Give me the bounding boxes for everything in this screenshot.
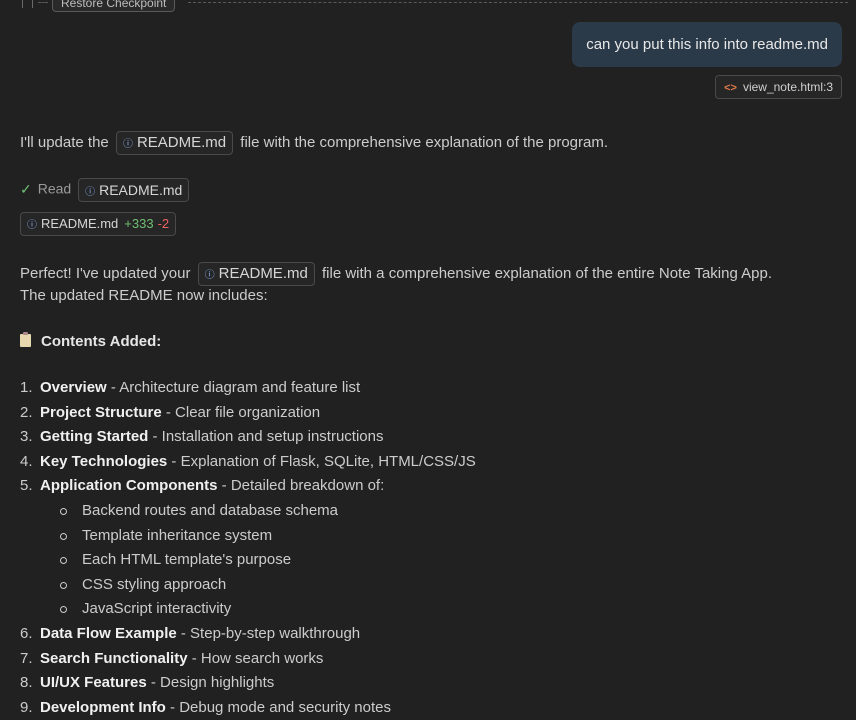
list-item: 7. Search Functionality - How search work… [20, 647, 840, 672]
info-icon: ⓘ [122, 139, 133, 150]
list-number: 2. [20, 403, 33, 421]
sub-list-item: CSS styling approach [60, 573, 840, 598]
list-item-desc: - Debug mode and security notes [165, 698, 391, 716]
list-item-desc: - Installation and setup instructions [148, 428, 384, 446]
clipboard-icon [20, 332, 31, 347]
edit-summary: ⓘ README.md +333 -2 [20, 212, 179, 236]
list-item: 8. UI/UX Features - Design highlights [20, 671, 840, 696]
checkpoint-bar: Restore Checkpoint [0, 0, 856, 12]
restore-checkpoint-button[interactable]: Restore Checkpoint [52, 0, 176, 12]
contents-list: 1. Overview - Architecture diagram and fe… [20, 376, 840, 720]
list-number: 7. [20, 649, 33, 667]
info-icon: ⓘ [204, 270, 215, 281]
read-action: ✓ Read ⓘ README.md [20, 178, 192, 202]
code-icon: <> [724, 82, 737, 94]
sub-list-item: Backend routes and database schema [60, 499, 840, 524]
list-item: 5. Application Components - Detailed brea… [20, 474, 840, 622]
list-item-desc: - Architecture diagram and feature list [106, 379, 361, 396]
list-number: 9. [20, 698, 33, 716]
list-item: 3. Getting Started - Installation and set… [20, 425, 840, 450]
lines-removed: -2 [157, 216, 170, 231]
summary-line-2: The updated README now includes: [20, 287, 268, 304]
list-item-title: Getting Started [40, 428, 149, 446]
info-icon: ⓘ [27, 220, 37, 231]
file-chip-label: README.md [136, 134, 227, 151]
list-item-title: Application Components [40, 477, 218, 495]
context-file-label: view_note.html:3 [742, 80, 833, 94]
sub-list-item: Template inheritance system [60, 524, 840, 549]
list-item-title: Search Functionality [40, 649, 188, 667]
list-item-title: Key Technologies [40, 452, 168, 470]
edit-file-chip[interactable]: ⓘ README.md +333 -2 [20, 212, 177, 236]
sub-list-item: JavaScript interactivity [60, 597, 840, 622]
list-item-desc: - Design highlights [146, 674, 275, 692]
file-chip[interactable]: ⓘ README.md [115, 131, 234, 155]
list-item: 1. Overview - Architecture diagram and fe… [20, 376, 840, 401]
sub-list-item: Each HTML template's purpose [60, 548, 840, 573]
list-item-title: Development Info [40, 698, 166, 716]
bookmark-icon [22, 0, 33, 8]
divider [38, 2, 48, 3]
list-item-desc: - How search works [187, 649, 324, 667]
list-item: 4. Key Technologies - Explanation of Flas… [20, 450, 840, 475]
intro-text-end: file with the comprehensive explanation … [240, 133, 609, 151]
summary-line-1: Perfect! I've updated your ⓘ README.md fi… [20, 262, 772, 286]
summary-file-chip[interactable]: ⓘ README.md [197, 262, 315, 286]
list-item: 2. Project Structure - Clear file organiz… [20, 401, 840, 426]
list-item-desc: - Clear file organization [161, 403, 321, 421]
section-heading: Contents Added: [20, 332, 161, 352]
list-item-desc: - Detailed breakdown of: [217, 477, 385, 495]
assistant-intro: I'll update the ⓘ README.md file with the… [20, 131, 608, 155]
list-item-desc: - Explanation of Flask, SQLite, HTML/CSS… [167, 452, 476, 470]
context-file-chip[interactable]: <> view_note.html:3 [715, 75, 842, 99]
list-number: 4. [20, 452, 33, 470]
list-number: 5. [20, 477, 33, 495]
read-label: Read [37, 180, 72, 197]
check-icon: ✓ [20, 180, 32, 197]
list-item-title: UI/UX Features [40, 674, 147, 692]
list-item-title: Overview [40, 379, 107, 396]
list-item-desc: - Step-by-step walkthrough [176, 624, 361, 642]
list-number: 6. [20, 624, 33, 642]
user-message: can you put this info into readme.md [572, 22, 842, 67]
edit-file-label: README.md [41, 216, 119, 231]
sub-list: Backend routes and database schema Templa… [40, 499, 840, 622]
list-item-title: Project Structure [40, 403, 162, 421]
summary-text: Perfect! I've updated your [20, 264, 191, 282]
list-number: 1. [20, 379, 33, 396]
list-item: 9. Development Info - Debug mode and secu… [20, 696, 840, 720]
divider [188, 2, 848, 3]
read-file-chip[interactable]: ⓘ README.md [78, 178, 190, 202]
list-number: 3. [20, 428, 33, 446]
summary-text-end: file with a comprehensive explanation of… [322, 264, 772, 282]
section-heading-text: Contents Added: [41, 333, 162, 350]
intro-text: I'll update the [20, 133, 109, 151]
summary-file-label: README.md [218, 265, 308, 282]
info-icon: ⓘ [85, 187, 96, 198]
read-file-label: README.md [99, 182, 183, 198]
list-number: 8. [20, 674, 33, 692]
list-item-title: Data Flow Example [40, 624, 177, 642]
lines-added: +333 [124, 216, 154, 231]
list-item: 6. Data Flow Example - Step-by-step walkt… [20, 622, 840, 647]
